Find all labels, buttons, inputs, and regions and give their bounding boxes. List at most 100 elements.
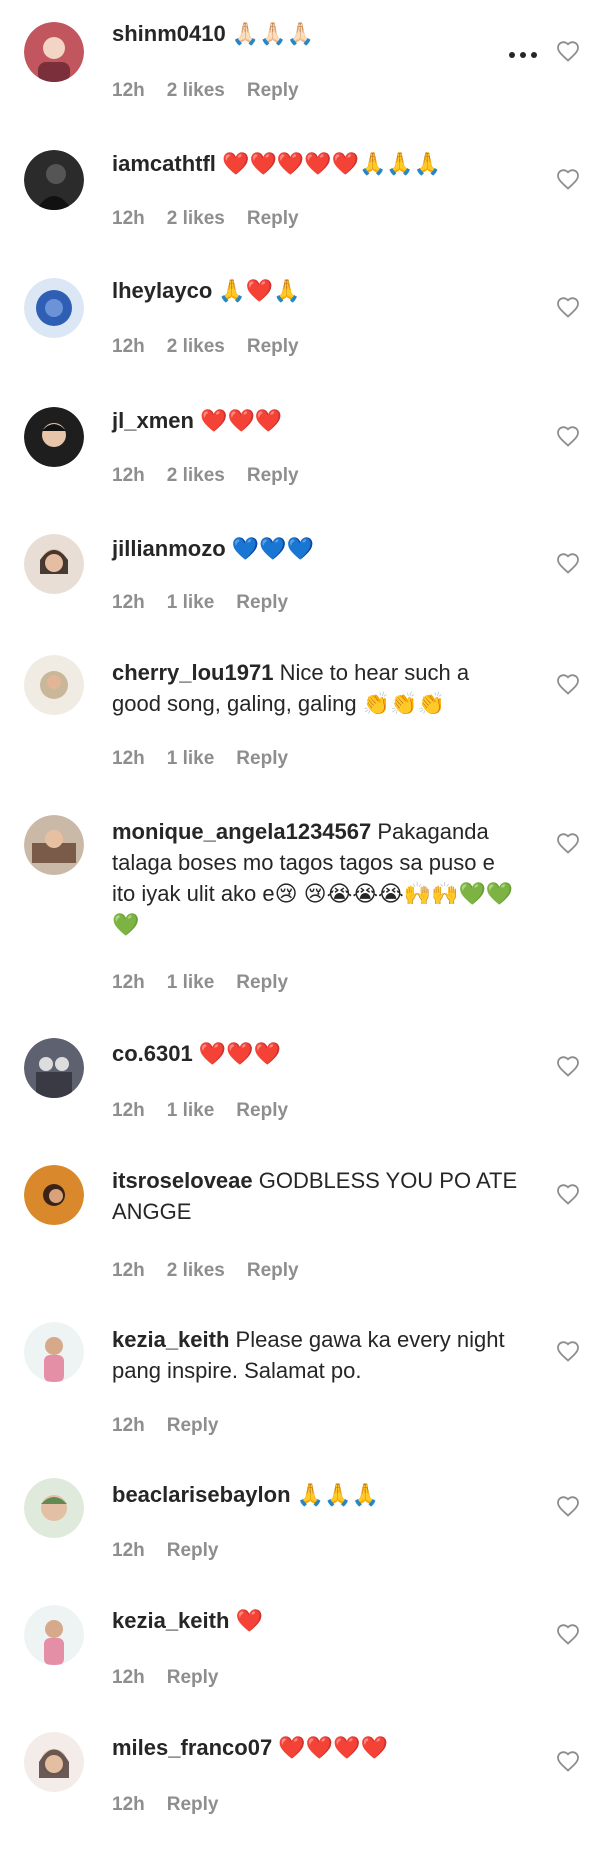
heart-outline-icon[interactable] — [556, 1183, 580, 1207]
comment-username[interactable]: beaclarisebaylon — [112, 1482, 291, 1507]
comment-body: lheylayco 🙏❤️🙏 — [112, 275, 524, 306]
comment-likes[interactable]: 1 like — [167, 972, 215, 993]
comment-meta: 12h 2 likes Reply — [112, 80, 321, 102]
comment-body: kezia_keith ❤️ — [112, 1605, 524, 1636]
reply-button[interactable]: Reply — [167, 1540, 219, 1561]
comment-username[interactable]: cherry_lou1971 — [112, 660, 273, 685]
heart-outline-icon[interactable] — [556, 673, 580, 697]
heart-outline-icon[interactable] — [556, 832, 580, 856]
reply-button[interactable]: Reply — [167, 1667, 219, 1688]
comment-body: miles_franco07 ❤️❤️❤️❤️ — [112, 1732, 524, 1763]
comment-likes[interactable]: 1 like — [167, 1100, 215, 1121]
comment-meta: 12h Reply — [112, 1667, 241, 1689]
comment-meta: 12h 2 likes Reply — [112, 208, 321, 230]
comment-username[interactable]: lheylayco — [112, 278, 212, 303]
heart-outline-icon[interactable] — [556, 1750, 580, 1774]
reply-button[interactable]: Reply — [247, 336, 299, 357]
comment-meta: 12h 2 likes Reply — [112, 465, 321, 487]
comment-list: shinm0410 🙏🏻🙏🏻🙏🏻 12h 2 likes Reply iamcathtf… — [0, 0, 600, 1858]
comment-meta: 12h 1 like Reply — [112, 748, 310, 770]
comment-body: jillianmozo 💙💙💙 — [112, 533, 524, 564]
comment-username[interactable]: monique_angela1234567 — [112, 819, 371, 844]
heart-outline-icon[interactable] — [556, 1055, 580, 1079]
comment-time: 12h — [112, 1794, 145, 1815]
comment-text: 🙏❤️🙏 — [218, 278, 301, 303]
more-horizontal-icon[interactable] — [508, 47, 538, 58]
reply-button[interactable]: Reply — [247, 1260, 299, 1281]
comment-text: ❤️ — [235, 1608, 263, 1633]
comment-meta: 12h Reply — [112, 1415, 241, 1437]
comment-username[interactable]: co.6301 — [112, 1041, 193, 1066]
heart-outline-icon[interactable] — [556, 552, 580, 576]
comment-meta: 12h 1 like Reply — [112, 972, 310, 994]
reply-button[interactable]: Reply — [247, 208, 299, 229]
comment-username[interactable]: jl_xmen — [112, 408, 194, 433]
comment-text: 🙏🏻🙏🏻🙏🏻 — [231, 21, 315, 46]
comment-text: 🙏🙏🙏 — [296, 1482, 379, 1507]
comment-likes[interactable]: 2 likes — [167, 1260, 225, 1281]
comment-body: cherry_lou1971 Nice to hear such a good … — [112, 657, 524, 719]
comment-body: jl_xmen ❤️❤️❤️ — [112, 405, 524, 436]
heart-outline-icon[interactable] — [556, 168, 580, 192]
reply-button[interactable]: Reply — [167, 1794, 219, 1815]
avatar[interactable] — [24, 815, 84, 875]
avatar[interactable] — [24, 22, 84, 82]
comment-text: 💙💙💙 — [231, 536, 314, 561]
heart-outline-icon[interactable] — [556, 1495, 580, 1519]
comment-likes[interactable]: 2 likes — [167, 80, 225, 101]
comment-likes[interactable]: 1 like — [167, 748, 215, 769]
heart-outline-icon[interactable] — [556, 296, 580, 320]
reply-button[interactable]: Reply — [247, 80, 299, 101]
comment-likes[interactable]: 2 likes — [167, 465, 225, 486]
comment-body: kezia_keith Please gawa ka every night p… — [112, 1324, 524, 1386]
comment-time: 12h — [112, 592, 145, 613]
heart-outline-icon[interactable] — [556, 1623, 580, 1647]
comment-meta: 12h Reply — [112, 1540, 241, 1562]
comment-time: 12h — [112, 208, 145, 229]
comment-meta: 12h 1 like Reply — [112, 1100, 310, 1122]
comment-body: itsroseloveae GODBLESS YOU PO ATE ANGGE — [112, 1165, 524, 1227]
comment-time: 12h — [112, 465, 145, 486]
heart-outline-icon[interactable] — [556, 1340, 580, 1364]
heart-outline-icon[interactable] — [556, 425, 580, 449]
comment-meta: 12h 2 likes Reply — [112, 336, 321, 358]
comment-time: 12h — [112, 1415, 145, 1436]
reply-button[interactable]: Reply — [236, 592, 288, 613]
comment-likes[interactable]: 2 likes — [167, 208, 225, 229]
comment-username[interactable]: jillianmozo — [112, 536, 226, 561]
avatar[interactable] — [24, 655, 84, 715]
comment-time: 12h — [112, 336, 145, 357]
comment-meta: 12h 2 likes Reply — [112, 1260, 321, 1282]
comment-text: ❤️❤️❤️❤️❤️🙏🙏🙏 — [222, 151, 442, 176]
avatar[interactable] — [24, 1478, 84, 1538]
avatar[interactable] — [24, 1038, 84, 1098]
comment-likes[interactable]: 1 like — [167, 592, 215, 613]
comment-username[interactable]: shinm0410 — [112, 21, 226, 46]
avatar[interactable] — [24, 1322, 84, 1382]
avatar[interactable] — [24, 278, 84, 338]
comment-time: 12h — [112, 1260, 145, 1281]
comment-username[interactable]: kezia_keith — [112, 1327, 229, 1352]
comment-time: 12h — [112, 748, 145, 769]
avatar[interactable] — [24, 407, 84, 467]
avatar[interactable] — [24, 1165, 84, 1225]
reply-button[interactable]: Reply — [236, 748, 288, 769]
comment-likes[interactable]: 2 likes — [167, 336, 225, 357]
comment-username[interactable]: kezia_keith — [112, 1608, 229, 1633]
reply-button[interactable]: Reply — [236, 1100, 288, 1121]
comment-text: ❤️❤️❤️❤️ — [278, 1735, 388, 1760]
comment-time: 12h — [112, 1667, 145, 1688]
heart-outline-icon[interactable] — [556, 40, 580, 64]
avatar[interactable] — [24, 1605, 84, 1665]
avatar[interactable] — [24, 1732, 84, 1792]
reply-button[interactable]: Reply — [236, 972, 288, 993]
reply-button[interactable]: Reply — [167, 1415, 219, 1436]
comment-text: ❤️❤️❤️ — [198, 1041, 282, 1066]
comment-username[interactable]: iamcathtfl — [112, 151, 216, 176]
reply-button[interactable]: Reply — [247, 465, 299, 486]
avatar[interactable] — [24, 534, 84, 594]
comment-username[interactable]: miles_franco07 — [112, 1735, 272, 1760]
comment-username[interactable]: itsroseloveae — [112, 1168, 253, 1193]
avatar[interactable] — [24, 150, 84, 210]
comment-time: 12h — [112, 1100, 145, 1121]
